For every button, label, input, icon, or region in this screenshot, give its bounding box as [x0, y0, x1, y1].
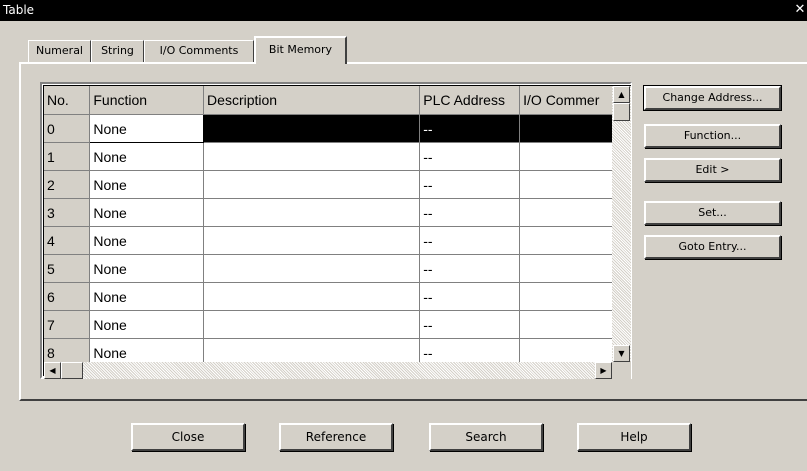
- row-number: 2: [44, 170, 91, 199]
- description-cell[interactable]: [203, 142, 421, 171]
- table-row[interactable]: 7 None --: [44, 310, 631, 339]
- change-address-button[interactable]: Change Address...: [643, 85, 782, 111]
- table-row[interactable]: 0 None --: [44, 114, 631, 143]
- tab-bit-memory[interactable]: Bit Memory: [254, 36, 347, 64]
- function-cell[interactable]: None: [89, 254, 205, 283]
- plc-address-cell[interactable]: --: [419, 254, 521, 283]
- horizontal-scrollbar[interactable]: [44, 362, 612, 379]
- column-header-plc-address[interactable]: PLC Address: [419, 86, 521, 115]
- row-number: 1: [44, 142, 91, 171]
- row-number: 3: [44, 198, 91, 227]
- scroll-down-icon[interactable]: ▼: [613, 345, 630, 362]
- tab-io-comments[interactable]: I/O Comments: [144, 40, 254, 62]
- function-cell[interactable]: None: [89, 226, 205, 255]
- function-cell[interactable]: None: [89, 310, 205, 339]
- description-cell[interactable]: [203, 282, 421, 311]
- function-cell[interactable]: None: [89, 198, 205, 227]
- plc-address-cell[interactable]: --: [419, 310, 521, 339]
- row-number: 7: [44, 310, 91, 339]
- column-header-description[interactable]: Description: [203, 86, 421, 115]
- function-button[interactable]: Function...: [644, 124, 781, 148]
- plc-address-cell[interactable]: --: [419, 282, 521, 311]
- plc-address-cell[interactable]: --: [419, 226, 521, 255]
- data-table: No. Function Description PLC Address I/O…: [44, 86, 631, 367]
- column-header-no[interactable]: No.: [44, 86, 91, 115]
- goto-entry-button[interactable]: Goto Entry...: [644, 235, 781, 259]
- function-cell[interactable]: None: [89, 142, 205, 171]
- table-row[interactable]: 4 None --: [44, 226, 631, 255]
- tab-numeral[interactable]: Numeral: [28, 40, 91, 62]
- description-cell[interactable]: [203, 170, 421, 199]
- plc-address-cell[interactable]: --: [419, 198, 521, 227]
- tab-string[interactable]: String: [91, 40, 144, 62]
- description-cell[interactable]: [203, 310, 421, 339]
- scroll-right-icon[interactable]: ▶: [595, 362, 612, 379]
- table-header: No. Function Description PLC Address I/O…: [44, 86, 631, 115]
- row-number: 5: [44, 254, 91, 283]
- scroll-left-icon[interactable]: ◀: [44, 362, 61, 379]
- description-cell[interactable]: [203, 114, 421, 143]
- table-row[interactable]: 2 None --: [44, 170, 631, 199]
- close-icon[interactable]: ✕: [793, 2, 807, 18]
- table-row[interactable]: 5 None --: [44, 254, 631, 283]
- vertical-scroll-thumb[interactable]: [613, 103, 630, 121]
- horizontal-scroll-thumb[interactable]: [61, 362, 83, 379]
- bit-memory-grid[interactable]: No. Function Description PLC Address I/O…: [43, 85, 631, 376]
- window-title: Table: [3, 3, 35, 17]
- table-row[interactable]: 1 None --: [44, 142, 631, 171]
- row-number: 4: [44, 226, 91, 255]
- description-cell[interactable]: [203, 226, 421, 255]
- plc-address-cell[interactable]: --: [419, 114, 521, 143]
- close-button[interactable]: Close: [131, 423, 245, 451]
- scrollbar-corner: [612, 362, 631, 379]
- edit-button[interactable]: Edit >: [644, 158, 781, 182]
- row-number: 6: [44, 282, 91, 311]
- search-button[interactable]: Search: [429, 423, 543, 451]
- reference-button[interactable]: Reference: [279, 423, 393, 451]
- table-row[interactable]: 3 None --: [44, 198, 631, 227]
- function-cell[interactable]: None: [89, 282, 205, 311]
- description-cell[interactable]: [203, 254, 421, 283]
- row-number: 0: [44, 114, 91, 143]
- column-header-function[interactable]: Function: [89, 86, 205, 115]
- function-cell[interactable]: None: [89, 114, 205, 143]
- vertical-scrollbar[interactable]: [612, 86, 631, 362]
- scroll-up-icon[interactable]: ▲: [613, 86, 630, 103]
- help-button[interactable]: Help: [577, 423, 691, 451]
- table-row[interactable]: 6 None --: [44, 282, 631, 311]
- title-bar: Table ✕: [0, 0, 807, 21]
- description-cell[interactable]: [203, 198, 421, 227]
- function-cell[interactable]: None: [89, 170, 205, 199]
- plc-address-cell[interactable]: --: [419, 170, 521, 199]
- set-button[interactable]: Set...: [644, 201, 781, 225]
- plc-address-cell[interactable]: --: [419, 142, 521, 171]
